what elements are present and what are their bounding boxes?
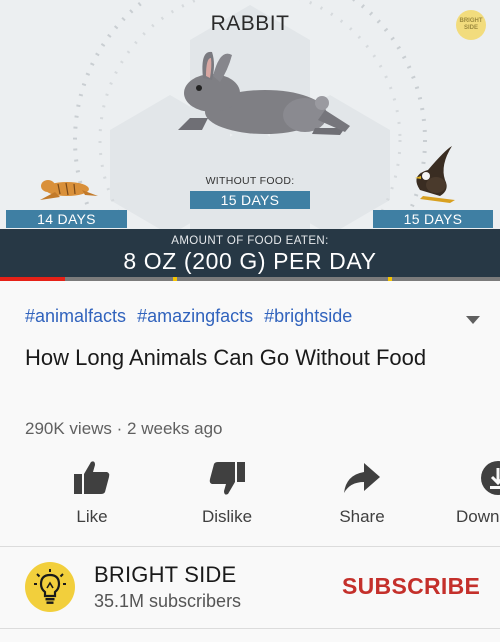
food-amount-label: AMOUNT OF FOOD EATEN: — [171, 235, 329, 247]
hashtag-link[interactable]: #amazingfacts — [137, 306, 253, 326]
eagle-illustration — [415, 146, 455, 203]
days-badge-center: 15 DAYS — [190, 191, 310, 209]
thumbs-down-icon — [177, 458, 277, 498]
channel-name[interactable]: BRIGHT SIDE — [94, 562, 236, 588]
subscriber-count: 35.1M subscribers — [94, 591, 242, 611]
days-badge-right: 15 DAYS — [373, 210, 493, 228]
view-count-and-date: 290K views · 2 weeks ago — [25, 419, 223, 438]
days-badge-left: 14 DAYS — [6, 210, 127, 228]
like-button[interactable]: Like — [42, 458, 142, 527]
chapter-marker — [173, 277, 177, 281]
share-button[interactable]: Share — [312, 458, 412, 527]
thumbs-up-icon — [42, 458, 142, 498]
download-button[interactable]: Down — [448, 458, 500, 527]
hashtag-link[interactable]: #brightside — [264, 306, 352, 326]
tiger-illustration — [40, 180, 98, 200]
video-progress-bar[interactable] — [0, 277, 500, 281]
video-player[interactable]: RABBIT BRIGHT SIDE WITHOUT FOOD: 14 DAYS… — [0, 0, 500, 281]
subscribe-button[interactable]: SUBSCRIBE — [342, 573, 480, 600]
divider — [0, 546, 500, 547]
video-progress-fill — [0, 277, 65, 281]
hashtag-link[interactable]: #animalfacts — [25, 306, 126, 326]
share-label: Share — [339, 507, 385, 526]
hashtag-row: #animalfacts #amazingfacts #brightside — [25, 306, 358, 327]
lightbulb-icon — [34, 569, 66, 604]
video-overlay-title: RABBIT — [210, 12, 290, 35]
bright-side-logo: BRIGHT SIDE — [456, 10, 486, 40]
chevron-down-icon[interactable] — [464, 315, 482, 325]
download-icon — [448, 458, 500, 498]
divider — [0, 628, 500, 629]
channel-avatar[interactable] — [25, 562, 75, 612]
like-label: Like — [76, 507, 108, 526]
share-arrow-icon — [312, 458, 412, 498]
download-label: Down — [456, 507, 500, 526]
without-food-label: WITHOUT FOOD: — [205, 175, 295, 187]
dislike-label: Dislike — [201, 507, 253, 526]
food-amount-value: 8 OZ (200 G) PER DAY — [123, 248, 377, 274]
chapter-marker — [388, 277, 392, 281]
dislike-button[interactable]: Dislike — [177, 458, 277, 527]
food-amount-banner: AMOUNT OF FOOD EATEN: 8 OZ (200 G) PER D… — [0, 229, 500, 277]
video-title: How Long Animals Can Go Without Food — [25, 345, 427, 370]
